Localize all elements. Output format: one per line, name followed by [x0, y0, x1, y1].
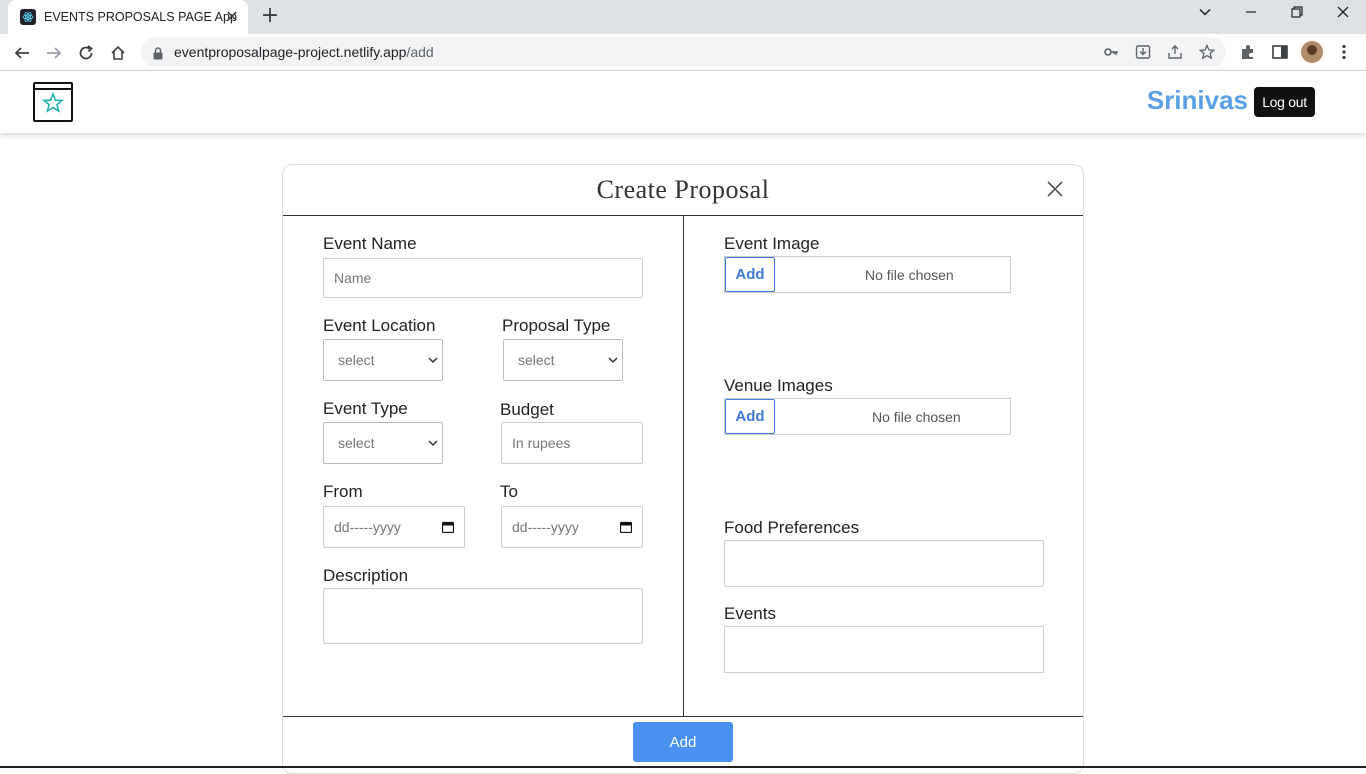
reload-icon[interactable]: [74, 41, 98, 65]
bookmark-star-icon[interactable]: [1198, 43, 1216, 60]
event-type-label: Event Type: [323, 399, 408, 418]
forward-icon[interactable]: [42, 41, 66, 65]
react-favicon-icon: [20, 9, 36, 25]
url-text: eventproposalpage-project.netlify.app/ad…: [174, 44, 434, 60]
from-date-input[interactable]: dd-----yyyy: [323, 506, 465, 548]
chevron-down-icon: [428, 440, 438, 447]
event-type-select[interactable]: select: [323, 422, 443, 464]
modal-title: Create Proposal: [596, 175, 770, 204]
tab-search-icon[interactable]: [1193, 6, 1217, 26]
event-name-label: Event Name: [323, 234, 417, 253]
key-icon[interactable]: [1103, 44, 1119, 60]
to-date-placeholder: dd-----yyyy: [512, 519, 579, 535]
address-bar[interactable]: eventproposalpage-project.netlify.app/ad…: [141, 37, 1226, 67]
browser-menu-icon[interactable]: [1335, 43, 1353, 61]
proposal-type-label: Proposal Type: [502, 316, 611, 335]
chevron-down-icon: [608, 357, 618, 364]
food-preferences-input[interactable]: [724, 540, 1044, 587]
from-label: From: [323, 482, 363, 501]
minimize-icon[interactable]: [1239, 6, 1263, 26]
event-image-add-button[interactable]: Add: [725, 257, 775, 292]
install-app-icon[interactable]: [1135, 44, 1151, 60]
extensions-icon[interactable]: [1239, 43, 1257, 61]
event-image-label: Event Image: [724, 234, 820, 253]
logo-top-bar: [35, 88, 71, 90]
description-label: Description: [323, 566, 409, 585]
budget-input[interactable]: In rupees: [501, 422, 643, 464]
proposal-type-select[interactable]: select: [503, 339, 623, 381]
description-textarea[interactable]: [323, 588, 643, 644]
from-date-placeholder: dd-----yyyy: [334, 519, 401, 535]
home-icon[interactable]: [106, 41, 130, 65]
restore-icon[interactable]: [1285, 6, 1309, 26]
event-location-value: select: [338, 352, 375, 368]
food-preferences-label: Food Preferences: [724, 518, 860, 537]
events-label: Events: [724, 604, 776, 623]
side-panel-icon[interactable]: [1271, 43, 1289, 61]
share-icon[interactable]: [1167, 44, 1183, 60]
events-input[interactable]: [724, 626, 1044, 673]
create-proposal-modal: Create Proposal Event Name Name Event Lo…: [282, 164, 1084, 774]
event-location-label: Event Location: [323, 316, 436, 335]
new-tab-button[interactable]: +: [257, 5, 283, 29]
event-image-file-status: No file chosen: [865, 266, 954, 283]
budget-label: Budget: [500, 400, 554, 419]
divider: [283, 716, 1083, 717]
lock-icon[interactable]: [153, 45, 163, 64]
venue-images-file-input[interactable]: Add No file chosen: [724, 398, 1011, 435]
calendar-icon[interactable]: [442, 521, 454, 533]
venue-images-add-button[interactable]: Add: [725, 399, 775, 434]
to-date-input[interactable]: dd-----yyyy: [501, 506, 643, 548]
venue-images-file-status: No file chosen: [872, 408, 961, 425]
event-location-select[interactable]: select: [323, 339, 443, 381]
logout-button[interactable]: Log out: [1254, 87, 1315, 117]
column-divider: [683, 216, 684, 717]
event-image-file-input[interactable]: Add No file chosen: [724, 256, 1011, 293]
browser-tab-bar: EVENTS PROPOSALS PAGE App ✕ +: [0, 0, 1366, 34]
close-window-icon[interactable]: [1331, 6, 1355, 26]
tab-title: EVENTS PROPOSALS PAGE App: [44, 10, 237, 24]
username: Srinivas: [1146, 85, 1248, 115]
url-path: /add: [406, 44, 434, 60]
venue-images-label: Venue Images: [724, 376, 833, 395]
back-icon[interactable]: [10, 41, 34, 65]
app-logo-icon[interactable]: [33, 82, 73, 122]
profile-avatar[interactable]: [1301, 41, 1323, 63]
add-proposal-button[interactable]: Add: [633, 722, 733, 762]
browser-tab[interactable]: EVENTS PROPOSALS PAGE App ✕: [8, 0, 248, 34]
to-label: To: [500, 482, 518, 501]
tab-close-icon[interactable]: ✕: [224, 9, 240, 25]
chevron-down-icon: [428, 357, 438, 364]
event-type-value: select: [338, 435, 375, 451]
event-name-input[interactable]: Name: [323, 258, 643, 298]
app-header: Srinivas Log out: [0, 71, 1366, 133]
browser-toolbar: eventproposalpage-project.netlify.app/ad…: [0, 34, 1366, 71]
star-icon: [42, 92, 64, 113]
proposal-type-value: select: [518, 352, 555, 368]
close-icon[interactable]: [1045, 179, 1065, 199]
calendar-icon[interactable]: [620, 521, 632, 533]
url-domain: eventproposalpage-project.netlify.app: [174, 44, 407, 60]
